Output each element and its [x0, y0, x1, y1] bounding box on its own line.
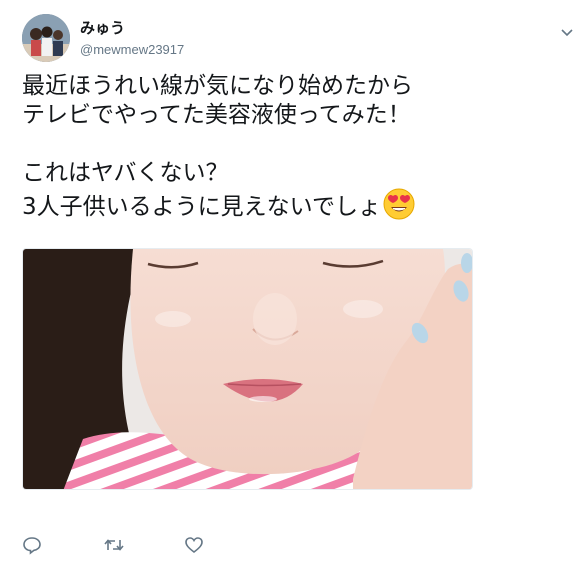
tweet-text: 最近ほうれい線が気になり始めたから テレビでやってた美容液使ってみた！ これはヤ… — [22, 72, 567, 222]
tweet-line: 最近ほうれい線が気になり始めたから — [22, 73, 413, 99]
heart-icon[interactable] — [184, 535, 206, 555]
tweet-line: テレビでやってた美容液使ってみた！ — [22, 102, 411, 128]
chevron-down-icon[interactable] — [559, 24, 575, 40]
tweet-line-with-emoji: 3人子供いるように見えないでしょ — [22, 188, 567, 222]
reply-icon[interactable] — [22, 535, 44, 555]
tweet-line: これはヤバくない？ — [22, 160, 229, 186]
tweet-header: みゅう @mewmew23917 — [22, 14, 587, 62]
tweet-photo[interactable] — [22, 248, 473, 490]
tweet-line-text: 3人子供いるように見えないでしょ — [22, 194, 381, 220]
display-name[interactable]: みゅう — [80, 17, 125, 38]
avatar-photo — [22, 14, 70, 62]
selfie-photo — [23, 249, 472, 489]
retweet-icon[interactable] — [103, 535, 125, 555]
avatar[interactable] — [22, 14, 70, 62]
heart-eyes-emoji-icon — [383, 188, 415, 220]
user-handle[interactable]: @mewmew23917 — [80, 42, 184, 57]
